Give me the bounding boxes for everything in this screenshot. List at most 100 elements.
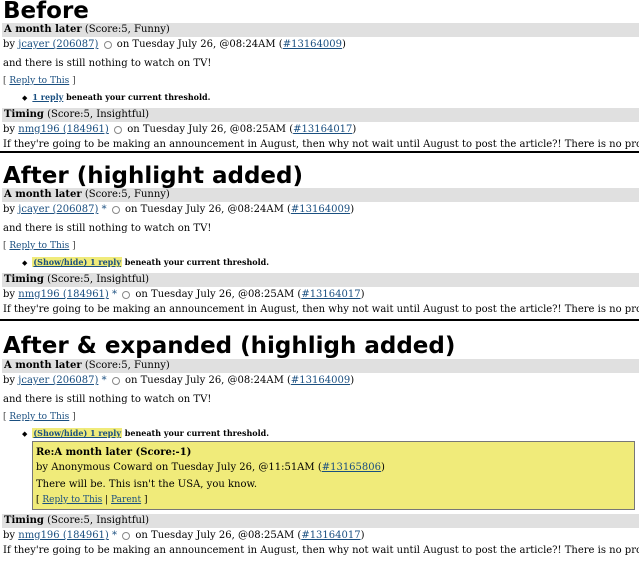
comment-date: on Tuesday July 26, @08:25AM ( bbox=[127, 124, 294, 135]
reply-body: There will be. This isn't the USA, you k… bbox=[36, 479, 258, 490]
comment-icon bbox=[122, 531, 131, 540]
comment-date: on Tuesday July 26, @08:24AM ( bbox=[116, 39, 283, 50]
comment-id-link[interactable]: #13164009 bbox=[283, 39, 342, 50]
by-label: by bbox=[3, 39, 16, 50]
comment-score: (Score:5, Funny) bbox=[84, 189, 170, 200]
comment-meta: by jcayer (206087) * on Tuesday July 26,… bbox=[3, 202, 639, 218]
comment-meta: by nmg196 (184961) on Tuesday July 26, @… bbox=[3, 122, 639, 138]
paren: ) bbox=[342, 39, 346, 50]
star-link[interactable]: * bbox=[102, 204, 107, 215]
comment-id-link[interactable]: #13164017 bbox=[301, 289, 360, 300]
replies-link[interactable]: 1 reply bbox=[32, 92, 63, 102]
show-hide-replies-link[interactable]: (Show/hide) 1 reply bbox=[32, 428, 122, 438]
after-heading: After (highlight added) bbox=[3, 163, 303, 189]
comment-id-link[interactable]: #13164009 bbox=[291, 375, 350, 386]
paren: ) bbox=[350, 375, 355, 386]
user-link[interactable]: nmg196 (184961) bbox=[18, 530, 109, 541]
comment-title-bar: A month later (Score:5, Funny) bbox=[2, 188, 639, 202]
comment-title-bar: A month later (Score:5, Funny) bbox=[2, 23, 639, 37]
comment-icon bbox=[122, 290, 131, 299]
comment-title: A month later bbox=[4, 189, 82, 200]
reply-links: [ Reply to This ] bbox=[3, 76, 76, 86]
comment-title: A month later bbox=[4, 360, 82, 371]
paren: ) bbox=[352, 124, 357, 135]
comment-title: Timing bbox=[4, 515, 44, 526]
reply-to-this-link[interactable]: Reply to This bbox=[9, 412, 69, 422]
star-link[interactable]: * bbox=[112, 530, 117, 541]
comment-date: on Tuesday July 26, @08:25AM ( bbox=[135, 530, 302, 541]
threshold-notice: ◆ 1 reply beneath your current threshold. bbox=[22, 91, 639, 104]
comment-date: on Tuesday July 26, @08:25AM ( bbox=[135, 289, 302, 300]
comment-title-bar: Timing (Score:5, Insightful) bbox=[2, 108, 639, 122]
reply-id-link[interactable]: #13165806 bbox=[322, 462, 381, 473]
comment-title-bar: Timing (Score:5, Insightful) bbox=[2, 514, 639, 528]
threshold-text: beneath your current threshold. bbox=[124, 257, 270, 267]
star-link[interactable]: * bbox=[112, 289, 117, 300]
comment-date: on Tuesday July 26, @08:24AM ( bbox=[124, 375, 291, 386]
threshold-text: beneath your current threshold. bbox=[124, 428, 270, 438]
comment-title-bar: A month later (Score:5, Funny) bbox=[2, 359, 639, 373]
comment-date: on Tuesday July 26, @08:24AM ( bbox=[124, 204, 291, 215]
comment-id-link[interactable]: #13164017 bbox=[293, 124, 352, 135]
reply-byline: by Anonymous Coward on Tuesday July 26, … bbox=[36, 460, 634, 476]
before-heading: Before bbox=[3, 0, 89, 24]
comment-id-link[interactable]: #13164009 bbox=[291, 204, 350, 215]
reply-links: [ Reply to This ] bbox=[3, 412, 76, 422]
reply-byline-text: by Anonymous Coward on Tuesday July 26, … bbox=[36, 462, 322, 473]
by-label: by bbox=[3, 204, 16, 215]
bullet-icon: ◆ bbox=[22, 429, 28, 438]
comment-score: (Score:5, Funny) bbox=[84, 360, 170, 371]
comment-body: If they're going to be making an announc… bbox=[3, 545, 639, 556]
user-link[interactable]: jcayer (206087) bbox=[18, 204, 98, 215]
by-label: by bbox=[3, 375, 16, 386]
comment-title-bar: Timing (Score:5, Insightful) bbox=[2, 273, 639, 287]
comment-id-link[interactable]: #13164017 bbox=[301, 530, 360, 541]
bullet-icon: ◆ bbox=[22, 258, 28, 267]
expanded-heading: After & expanded (highligh added) bbox=[3, 333, 456, 359]
bullet-icon: ◆ bbox=[22, 93, 28, 102]
comment-body: and there is still nothing to watch on T… bbox=[3, 223, 212, 234]
comment-body: and there is still nothing to watch on T… bbox=[3, 58, 212, 69]
threshold-notice: ◆ (Show/hide) 1 reply beneath your curren… bbox=[22, 256, 639, 269]
comment-icon bbox=[111, 376, 120, 385]
comment-body: If they're going to be making an announc… bbox=[3, 304, 639, 315]
before-panel: Before A month later (Score:5, Funny) by… bbox=[0, 0, 639, 151]
expanded-panel: After & expanded (highligh added) A mont… bbox=[0, 321, 639, 568]
paren: ) bbox=[360, 530, 365, 541]
comment-score: (Score:5, Funny) bbox=[84, 24, 170, 35]
comment-icon bbox=[103, 40, 112, 49]
paren: ) bbox=[350, 204, 355, 215]
comment-icon bbox=[114, 125, 123, 134]
by-label: by bbox=[3, 530, 16, 541]
show-hide-replies-link[interactable]: (Show/hide) 1 reply bbox=[32, 257, 122, 267]
comment-title: Timing bbox=[4, 274, 44, 285]
comment-score: (Score:5, Insightful) bbox=[47, 274, 150, 285]
threshold-notice: ◆ (Show/hide) 1 reply beneath your curren… bbox=[22, 427, 639, 440]
after-panel: After (highlight added) A month later (S… bbox=[0, 153, 639, 319]
reply-to-this-link[interactable]: Reply to This bbox=[42, 495, 102, 505]
comment-title: A month later bbox=[4, 24, 82, 35]
comment-score: (Score:5, Insightful) bbox=[47, 515, 150, 526]
reply-title-line: Re:A month later (Score:-1) bbox=[36, 446, 634, 460]
comment-body: and there is still nothing to watch on T… bbox=[3, 394, 212, 405]
user-link[interactable]: jcayer (206087) bbox=[18, 375, 98, 386]
reply-to-this-link[interactable]: Reply to This bbox=[9, 76, 69, 86]
comment-score: (Score:5, Insightful) bbox=[47, 109, 150, 120]
star-link[interactable]: * bbox=[102, 375, 107, 386]
comment-title: Timing bbox=[4, 109, 44, 120]
user-link[interactable]: nmg196 (184961) bbox=[18, 289, 109, 300]
reply-score: (Score:-1) bbox=[135, 447, 192, 458]
parent-link[interactable]: Parent bbox=[111, 495, 141, 505]
comment-meta: by nmg196 (184961) * on Tuesday July 26,… bbox=[3, 287, 639, 303]
comment-icon bbox=[111, 205, 120, 214]
threshold-text: beneath your current threshold. bbox=[66, 92, 211, 102]
paren: ) bbox=[381, 462, 385, 473]
paren: ) bbox=[360, 289, 365, 300]
reply-to-this-link[interactable]: Reply to This bbox=[9, 241, 69, 251]
reply-links: [ Reply to This ] bbox=[3, 241, 76, 251]
comment-body: If they're going to be making an announc… bbox=[3, 139, 639, 150]
reply-title: Re:A month later bbox=[36, 447, 133, 458]
user-link[interactable]: nmg196 (184961) bbox=[18, 124, 109, 135]
expanded-reply: Re:A month later (Score:-1) by Anonymous… bbox=[32, 441, 635, 510]
user-link[interactable]: jcayer (206087) bbox=[18, 39, 98, 50]
